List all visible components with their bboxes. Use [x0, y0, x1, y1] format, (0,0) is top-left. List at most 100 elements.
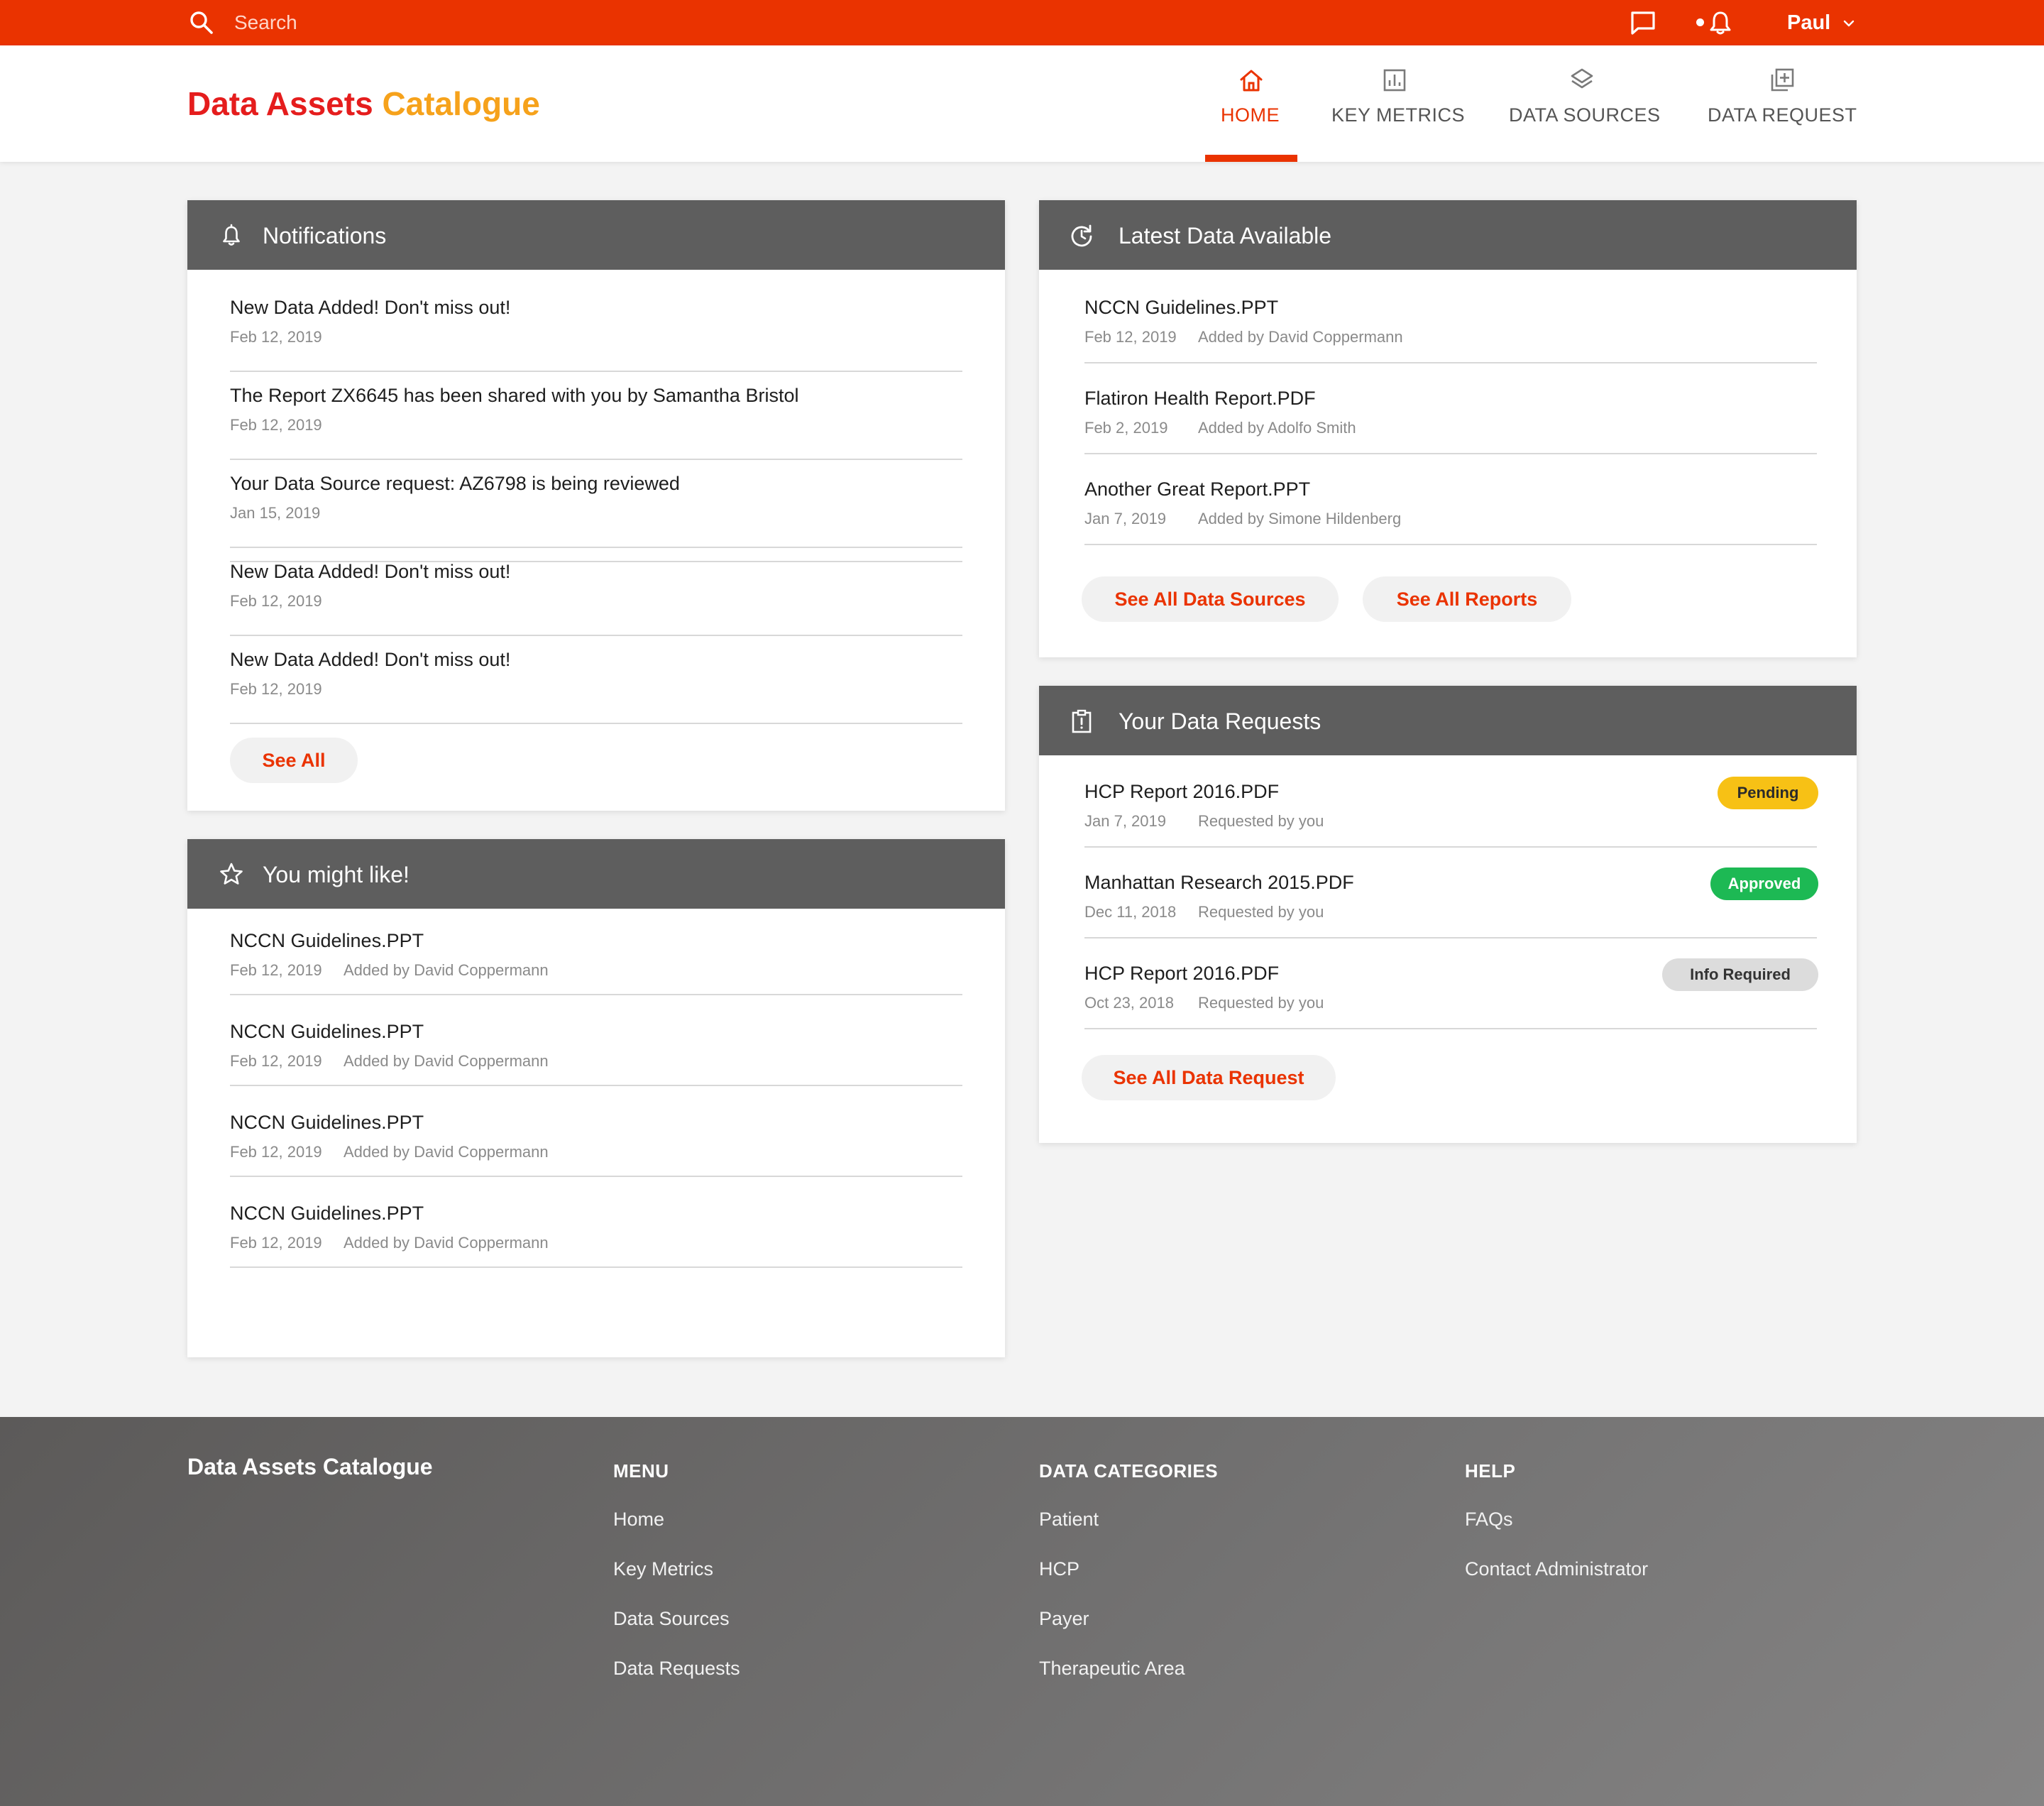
brand-part2: Catalogue — [382, 85, 540, 122]
data-request-item[interactable]: Manhattan Research 2015.PDF Dec 11, 2018… — [1084, 859, 1818, 938]
recommendations-header: You might like! — [187, 839, 1005, 909]
clipboard-alert-icon — [1072, 709, 1092, 733]
nav-data-request[interactable]: DATA REQUEST — [1705, 45, 1859, 162]
data-requests-header: Your Data Requests — [1039, 686, 1857, 755]
notification-text: The Report ZX6645 has been shared with y… — [230, 385, 799, 406]
file-added-by: Added by David Coppermann — [344, 1052, 549, 1070]
notifications-title: Notifications — [263, 223, 387, 248]
data-request-item[interactable]: HCP Report 2016.PDF Oct 23, 2018 Request… — [1084, 950, 1818, 1029]
latest-data-item[interactable]: NCCN Guidelines.PPT Feb 12, 2019 Added b… — [1084, 284, 1817, 363]
see-all-notifications-button[interactable]: See All — [230, 738, 358, 783]
notification-item[interactable]: New Data Added! Don't miss out! Feb 12, … — [230, 548, 962, 636]
footer-link-patient[interactable]: Patient — [1039, 1506, 1099, 1532]
user-menu[interactable]: Paul — [1787, 10, 1830, 35]
latest-data-item[interactable]: Another Great Report.PPT Jan 7, 2019 Add… — [1084, 466, 1817, 545]
file-date: Feb 12, 2019 — [230, 1234, 322, 1252]
footer-help-column: HELP FAQs Contact Administrator — [1465, 1458, 1749, 1728]
file-name: NCCN Guidelines.PPT — [230, 1112, 424, 1133]
request-date: Oct 23, 2018 — [1084, 994, 1174, 1012]
bell-icon[interactable] — [1709, 10, 1732, 35]
file-name: NCCN Guidelines.PPT — [230, 1203, 424, 1224]
file-added-by: Added by David Coppermann — [344, 1143, 549, 1161]
request-date: Jan 7, 2019 — [1084, 812, 1166, 830]
latest-data-item[interactable]: Flatiron Health Report.PDF Feb 2, 2019 A… — [1084, 375, 1817, 454]
footer-link-data-requests[interactable]: Data Requests — [613, 1656, 740, 1681]
bar-chart-icon — [1383, 69, 1406, 92]
footer-heading: MENU — [613, 1460, 669, 1482]
data-request-item[interactable]: HCP Report 2016.PDF Jan 7, 2019 Requeste… — [1084, 768, 1818, 848]
footer-link-home[interactable]: Home — [613, 1506, 664, 1532]
nav-key-metrics-label: KEY METRICS — [1331, 104, 1466, 126]
footer-link-faqs[interactable]: FAQs — [1465, 1506, 1513, 1532]
footer-link-therapeutic-area[interactable]: Therapeutic Area — [1039, 1656, 1185, 1681]
notification-item[interactable]: New Data Added! Don't miss out! Feb 12, … — [230, 636, 962, 724]
bell-icon — [223, 224, 240, 246]
request-date: Dec 11, 2018 — [1084, 903, 1177, 921]
latest-data-title: Latest Data Available — [1119, 223, 1332, 248]
recommendations-title: You might like! — [263, 862, 410, 887]
file-name: HCP Report 2016.PDF — [1084, 781, 1280, 802]
file-name: Flatiron Health Report.PDF — [1084, 388, 1316, 409]
file-name: NCCN Guidelines.PPT — [230, 930, 424, 951]
status-badge: Pending — [1718, 777, 1818, 809]
footer-link-key-metrics[interactable]: Key Metrics — [613, 1556, 713, 1582]
requested-by: Requested by you — [1198, 994, 1324, 1012]
recommendation-item[interactable]: NCCN Guidelines.PPT Feb 12, 2019 Added b… — [230, 1099, 962, 1177]
brand-part1: Data Assets — [187, 85, 373, 122]
status-badge: Info Required — [1662, 958, 1818, 991]
file-date: Feb 12, 2019 — [1084, 328, 1177, 346]
search-icon[interactable] — [189, 10, 214, 35]
notification-date: Feb 12, 2019 — [230, 416, 322, 434]
footer-heading: HELP — [1465, 1460, 1516, 1482]
footer-brand: Data Assets Catalogue — [187, 1454, 433, 1479]
chat-icon[interactable] — [1630, 10, 1656, 35]
data-requests-title: Your Data Requests — [1119, 708, 1322, 734]
footer-heading: DATA CATEGORIES — [1039, 1460, 1219, 1482]
site-header: Data Assets Catalogue HOME KEY METRICS D… — [0, 45, 2044, 162]
active-tab-indicator — [1205, 155, 1297, 162]
file-date: Jan 7, 2019 — [1084, 510, 1166, 527]
see-all-reports-button[interactable]: See All Reports — [1363, 576, 1571, 622]
notification-text: New Data Added! Don't miss out! — [230, 649, 511, 670]
brand-logo[interactable]: Data Assets Catalogue — [187, 82, 540, 125]
refresh-icon — [1071, 224, 1092, 247]
file-date: Feb 12, 2019 — [230, 1052, 322, 1070]
notification-text: New Data Added! Don't miss out! — [230, 297, 511, 318]
layers-icon — [1571, 68, 1593, 89]
notification-item[interactable]: The Report ZX6645 has been shared with y… — [230, 372, 962, 460]
site-footer: Data Assets Catalogue MENU Home Key Metr… — [0, 1417, 2044, 1806]
chevron-down-icon[interactable] — [1842, 17, 1855, 30]
nav-home[interactable]: HOME — [1205, 45, 1297, 162]
footer-link-data-sources[interactable]: Data Sources — [613, 1606, 730, 1631]
see-all-data-request-button[interactable]: See All Data Request — [1082, 1055, 1336, 1100]
file-added-by: Added by David Coppermann — [344, 961, 549, 979]
recommendation-item[interactable]: NCCN Guidelines.PPT Feb 12, 2019 Added b… — [230, 1190, 962, 1268]
search-input[interactable]: Search — [234, 10, 297, 35]
notification-date: Feb 12, 2019 — [230, 680, 322, 698]
file-name: HCP Report 2016.PDF — [1084, 963, 1280, 984]
nav-data-sources[interactable]: DATA SOURCES — [1506, 45, 1660, 162]
recommendation-item[interactable]: NCCN Guidelines.PPT Feb 12, 2019 Added b… — [230, 917, 962, 995]
notification-date: Feb 12, 2019 — [230, 592, 322, 610]
file-name: Another Great Report.PPT — [1084, 478, 1311, 500]
nav-key-metrics[interactable]: KEY METRICS — [1329, 45, 1465, 162]
footer-link-payer[interactable]: Payer — [1039, 1606, 1089, 1631]
file-date: Feb 2, 2019 — [1084, 419, 1168, 437]
requested-by: Requested by you — [1198, 903, 1324, 921]
notification-item[interactable]: Your Data Source request: AZ6798 is bein… — [230, 460, 962, 548]
file-added-by: Added by David Coppermann — [1198, 328, 1403, 346]
file-date: Feb 12, 2019 — [230, 1143, 322, 1161]
footer-link-contact-administrator[interactable]: Contact Administrator — [1465, 1556, 1648, 1582]
notifications-header: Notifications — [187, 200, 1005, 270]
notification-dot — [1696, 18, 1704, 26]
star-icon — [220, 863, 243, 885]
recommendation-item[interactable]: NCCN Guidelines.PPT Feb 12, 2019 Added b… — [230, 1008, 962, 1086]
see-all-data-sources-button[interactable]: See All Data Sources — [1082, 576, 1339, 622]
notification-item[interactable]: New Data Added! Don't miss out! Feb 12, … — [230, 284, 962, 372]
footer-categories-column: DATA CATEGORIES Patient HCP Payer Therap… — [1039, 1458, 1323, 1728]
notification-text: New Data Added! Don't miss out! — [230, 561, 511, 582]
footer-link-hcp[interactable]: HCP — [1039, 1556, 1079, 1582]
requested-by: Requested by you — [1198, 812, 1324, 830]
file-name: NCCN Guidelines.PPT — [230, 1021, 424, 1042]
notification-date: Jan 15, 2019 — [230, 504, 321, 522]
